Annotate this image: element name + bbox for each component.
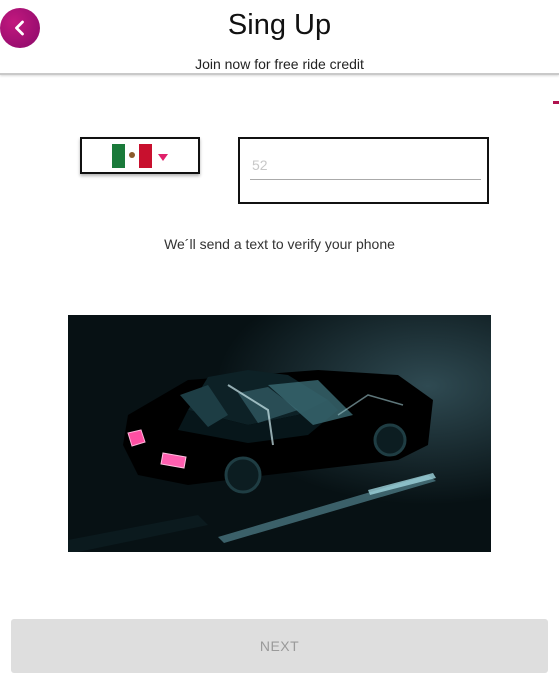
page-subtitle: Join now for free ride credit [195, 56, 364, 72]
mexico-flag-icon [112, 143, 152, 168]
caret-down-icon [158, 153, 168, 161]
country-code-select[interactable] [80, 137, 200, 174]
phone-input[interactable] [250, 151, 481, 180]
page-title: Sing Up [227, 9, 332, 41]
phone-field-container [238, 137, 489, 204]
decorative-dash [553, 101, 559, 104]
next-button[interactable]: NEXT [11, 619, 548, 673]
verify-note: We´ll send a text to verify your phone [164, 236, 395, 252]
car-illustration-graphic [68, 315, 491, 552]
app-header: Sing Up Join now for free ride credit [0, 0, 559, 75]
car-illustration [68, 315, 491, 552]
